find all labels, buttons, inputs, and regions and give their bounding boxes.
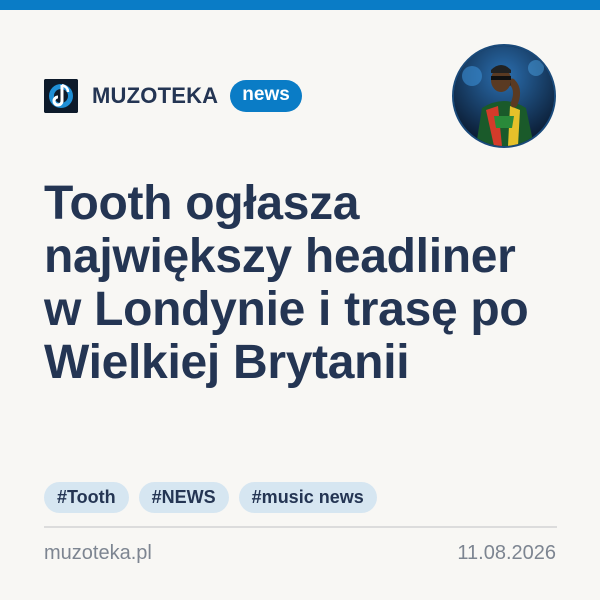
footer-divider: [44, 526, 557, 528]
tag-music-news[interactable]: #music news: [238, 482, 377, 513]
site-url[interactable]: muzoteka.pl: [44, 542, 152, 565]
top-accent-bar: [0, 0, 600, 10]
brand-name: MUZOTEKA: [92, 83, 219, 108]
article-headline: Tooth ogłasza największy headliner w Lon…: [44, 177, 529, 389]
news-badge[interactable]: news: [230, 80, 302, 112]
tag-list: #Tooth #NEWS #music news: [44, 482, 377, 513]
tag-tooth[interactable]: #Tooth: [44, 482, 129, 513]
tag-news[interactable]: #NEWS: [138, 482, 229, 513]
brand-header: MUZOTEKA news: [44, 78, 302, 114]
artist-avatar: [452, 44, 556, 148]
music-note-icon: [44, 79, 78, 113]
publish-date: 11.08.2026: [457, 542, 556, 564]
